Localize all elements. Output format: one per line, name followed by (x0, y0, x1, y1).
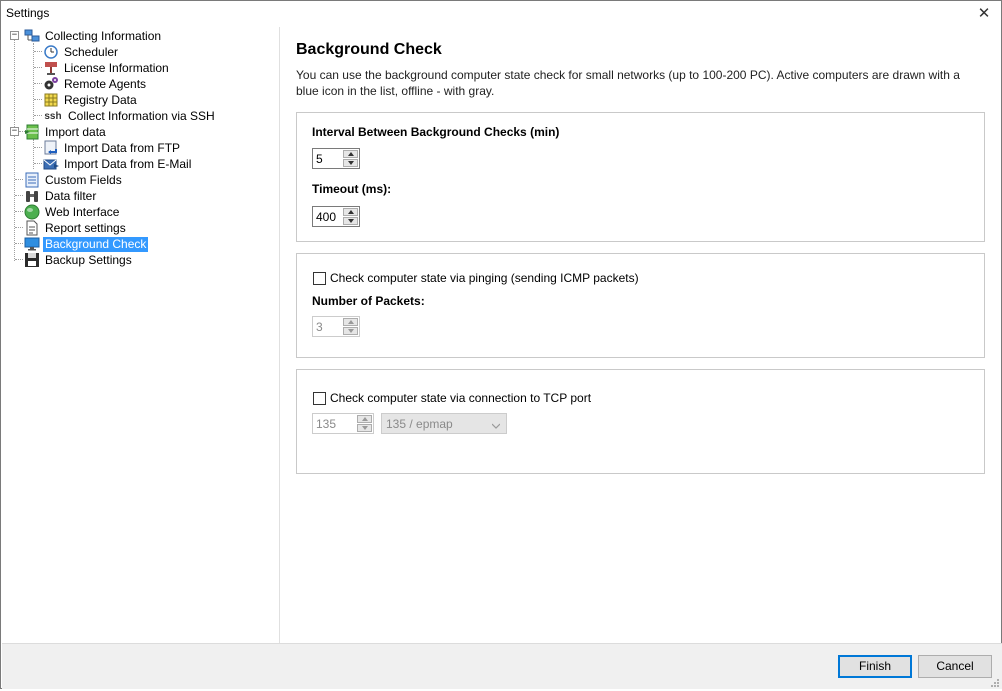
tree-item-custom-fields[interactable]: Custom Fields (24, 172, 124, 188)
tree-item-import-email[interactable]: Import Data from E-Mail (43, 156, 193, 172)
settings-window: Settings ✕ − Collecting Information Sche… (0, 0, 1002, 689)
tree-item-license-information[interactable]: License Information (43, 60, 171, 76)
tree-item-registry-data[interactable]: Registry Data (43, 92, 139, 108)
chevron-down-icon (491, 419, 501, 429)
import-table-icon (24, 124, 40, 140)
tcp-port-down-button[interactable] (357, 424, 372, 432)
ping-checkbox-label: Check computer state via pinging (sendin… (330, 271, 639, 285)
packets-value: 3 (316, 320, 323, 334)
cancel-button[interactable]: Cancel (918, 655, 992, 678)
tree-item-label: Import data (45, 124, 106, 139)
monitor-icon (24, 236, 40, 252)
tree-item-background-check[interactable]: Background Check (24, 236, 149, 252)
tree-item-label: Collect Information via SSH (68, 108, 215, 123)
tree-item-import-ftp[interactable]: Import Data from FTP (43, 140, 182, 156)
interval-down-button[interactable] (343, 159, 358, 167)
tree-item-label: Custom Fields (45, 172, 122, 187)
tree-item-import-data[interactable]: Import data (24, 124, 108, 140)
grid-icon (43, 92, 59, 108)
timeout-down-button[interactable] (343, 217, 358, 225)
gears-icon (43, 76, 59, 92)
floppy-disk-icon (24, 252, 40, 268)
packets-down-button[interactable] (343, 327, 358, 335)
collapse-import-data[interactable]: − (10, 127, 19, 136)
packets-up-button[interactable] (343, 318, 358, 326)
tree-item-web-interface[interactable]: Web Interface (24, 204, 121, 220)
resize-grip-icon[interactable] (990, 677, 1000, 687)
tree-item-label: Scheduler (64, 44, 119, 59)
tree-item-collecting-information[interactable]: Collecting Information (24, 28, 163, 44)
tree-item-data-filter[interactable]: Data filter (24, 188, 98, 204)
collapse-collecting-information[interactable]: − (10, 31, 19, 40)
tree-item-label: Import Data from E-Mail (64, 156, 192, 171)
interval-spinner[interactable]: 5 (312, 148, 360, 169)
tree-item-scheduler[interactable]: Scheduler (43, 44, 120, 60)
timeout-value: 400 (316, 210, 337, 224)
finish-button[interactable]: Finish (838, 655, 912, 678)
dialog-footer: Finish Cancel (2, 643, 1002, 689)
tree-item-label: Collecting Information (45, 28, 162, 43)
title-bar: Settings ✕ (1, 1, 1001, 27)
ping-checkbox-row[interactable]: Check computer state via pinging (sendin… (313, 271, 639, 285)
tcp-checkbox-row[interactable]: Check computer state via connection to T… (313, 391, 591, 405)
binoculars-icon (24, 188, 40, 204)
report-icon (24, 220, 40, 236)
tcp-service-dropdown[interactable]: 135 / epmap (381, 413, 507, 434)
stamp-icon (43, 60, 59, 76)
tree-item-label: Registry Data (64, 92, 137, 107)
globe-icon (24, 204, 40, 220)
tree-item-label: Report settings (45, 220, 126, 235)
interval-group: Interval Between Background Checks (min)… (296, 112, 985, 242)
tcp-port-spinner[interactable]: 135 (312, 413, 374, 434)
tree-item-label: Remote Agents (64, 76, 147, 91)
tree-item-label: Backup Settings (45, 252, 132, 267)
tree-item-collect-ssh[interactable]: ssh Collect Information via SSH (43, 108, 217, 124)
timeout-spinner[interactable]: 400 (312, 206, 360, 227)
tree-item-remote-agents[interactable]: Remote Agents (43, 76, 148, 92)
timeout-up-button[interactable] (343, 208, 358, 216)
packets-spinner[interactable]: 3 (312, 316, 360, 337)
network-computers-icon (24, 28, 40, 44)
clock-icon (43, 44, 59, 60)
tree-item-label: Data filter (45, 188, 97, 203)
page-description: You can use the background computer stat… (296, 68, 960, 98)
interval-up-button[interactable] (343, 150, 358, 158)
timeout-label: Timeout (ms): (312, 182, 392, 196)
interval-label: Interval Between Background Checks (min) (312, 125, 560, 139)
tcp-group: Check computer state via connection to T… (296, 369, 985, 474)
tcp-checkbox-label: Check computer state via connection to T… (330, 391, 592, 405)
tree-item-report-settings[interactable]: Report settings (24, 220, 128, 236)
window-title: Settings (6, 6, 50, 20)
ssh-icon: ssh (44, 110, 62, 122)
tree-item-label: Import Data from FTP (64, 140, 181, 155)
tcp-port-value: 135 (316, 417, 337, 431)
tcp-port-up-button[interactable] (357, 415, 372, 423)
ping-checkbox[interactable] (313, 271, 326, 285)
tcp-checkbox[interactable] (313, 391, 326, 405)
interval-value: 5 (316, 152, 323, 166)
tree-item-label: Web Interface (45, 204, 120, 219)
email-import-icon (43, 156, 59, 172)
page-title: Background Check (296, 41, 442, 58)
tree-item-label: Background Check (43, 236, 149, 252)
tcp-service-value: 135 / epmap (386, 417, 453, 431)
tree-item-label: License Information (64, 60, 169, 75)
ftp-import-icon (43, 140, 59, 156)
settings-tree: − Collecting Information Scheduler Licen… (2, 27, 280, 643)
list-icon (24, 172, 40, 188)
packets-label: Number of Packets: (312, 294, 425, 308)
close-icon[interactable]: ✕ (967, 1, 1001, 27)
ping-group: Check computer state via pinging (sendin… (296, 253, 985, 358)
tree-item-backup-settings[interactable]: Backup Settings (24, 252, 134, 268)
